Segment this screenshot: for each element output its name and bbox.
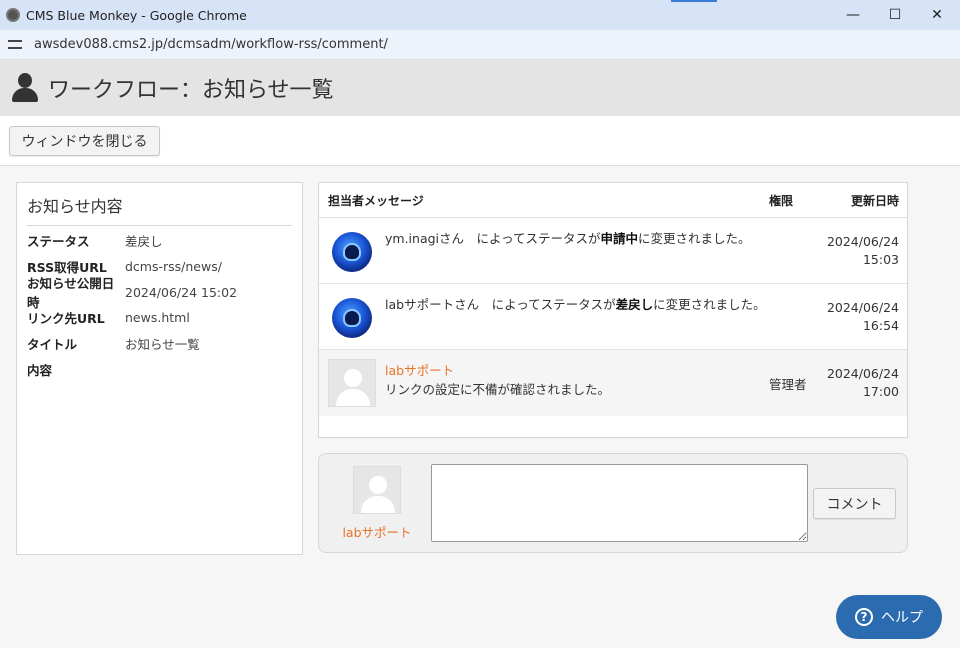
- message-table-header: 担当者メッセージ 権限 更新日時: [319, 183, 907, 218]
- info-label: リンク先URL: [27, 311, 105, 327]
- info-row: お知らせ公開日時 2024/06/24 15:02: [17, 276, 302, 310]
- info-value: news.html: [125, 310, 190, 326]
- message-text: ym.inagiさん によってステータスが申請中に変更されました。: [385, 231, 751, 246]
- message-row: labサポート リンクの設定に不備が確認されました。 管理者 2024/06/2…: [319, 350, 907, 416]
- message-date: 2024/06/24 15:03: [826, 234, 899, 267]
- info-value: 2024/06/24 15:02: [125, 284, 238, 300]
- comment-submit-button[interactable]: コメント: [813, 488, 896, 519]
- message-role: 管理者: [769, 377, 807, 392]
- info-value: お知らせ一覧: [125, 337, 200, 353]
- info-row: リンク先URL news.html: [17, 305, 302, 331]
- comment-user-name: labサポート: [342, 525, 412, 540]
- globe-icon: [6, 8, 20, 22]
- info-row: 内容: [17, 356, 302, 382]
- help-label: ヘルプ: [881, 610, 923, 626]
- message-date: 2024/06/24 17:00: [826, 366, 899, 399]
- info-panel-title: お知らせ内容: [27, 193, 292, 226]
- user-avatar-icon: [353, 466, 401, 514]
- header-message: 担当者メッセージ: [328, 193, 424, 208]
- info-value: dcms-rss/news/: [125, 259, 222, 275]
- user-icon: [10, 73, 40, 103]
- message-author: labサポート: [385, 363, 455, 378]
- message-text: labサポートさん によってステータスが差戻しに変更されました。: [385, 297, 766, 312]
- message-panel: 担当者メッセージ 権限 更新日時 ym.inagiさん によってステータスが申請…: [318, 182, 908, 438]
- header-updated: 更新日時: [850, 193, 899, 208]
- toolbar: ウィンドウを閉じる: [0, 116, 960, 166]
- comment-form: labサポート コメント: [318, 453, 908, 553]
- address-bar[interactable]: awsdev088.cms2.jp/dcmsadm/workflow-rss/c…: [0, 30, 960, 60]
- info-label: タイトル: [27, 337, 78, 353]
- tab-accent: [671, 0, 717, 2]
- site-settings-icon[interactable]: [8, 38, 24, 52]
- maximize-button[interactable]: ☐: [872, 0, 918, 30]
- url-text[interactable]: awsdev088.cms2.jp/dcmsadm/workflow-rss/c…: [34, 37, 388, 52]
- message-row: ym.inagiさん によってステータスが申請中に変更されました。 2024/0…: [319, 218, 907, 284]
- message-comment: リンクの設定に不備が確認されました。: [385, 382, 611, 397]
- minimize-button[interactable]: —: [830, 0, 876, 30]
- info-label: 内容: [27, 362, 53, 378]
- user-avatar-icon: [328, 359, 376, 407]
- help-button[interactable]: ? ヘルプ: [836, 595, 942, 639]
- comment-input[interactable]: [431, 464, 808, 542]
- message-row: labサポートさん によってステータスが差戻しに変更されました。 2024/06…: [319, 284, 907, 350]
- monkey-logo-icon: [332, 298, 372, 338]
- monkey-logo-icon: [332, 232, 372, 272]
- info-row: タイトル お知らせ一覧: [17, 331, 302, 357]
- info-label: お知らせ公開日時: [27, 276, 115, 311]
- info-row: ステータス 差戻し: [17, 228, 302, 254]
- window-title: CMS Blue Monkey - Google Chrome: [26, 7, 247, 23]
- browser-titlebar: CMS Blue Monkey - Google Chrome — ☐ ✕: [0, 0, 960, 30]
- info-panel: お知らせ内容 ステータス 差戻し RSS取得URL dcms-rss/news/ お…: [16, 182, 303, 555]
- help-icon: ?: [855, 608, 873, 626]
- close-window-button[interactable]: ✕: [914, 0, 960, 30]
- page-header: ワークフロー：お知らせ一覧: [0, 60, 960, 116]
- info-value: 差戻し: [125, 234, 163, 250]
- page-title: ワークフロー：お知らせ一覧: [48, 78, 334, 103]
- info-label: ステータス: [27, 234, 90, 250]
- header-role: 権限: [769, 193, 794, 208]
- close-window-page-button[interactable]: ウィンドウを閉じる: [9, 126, 160, 156]
- message-date: 2024/06/24 16:54: [826, 300, 899, 333]
